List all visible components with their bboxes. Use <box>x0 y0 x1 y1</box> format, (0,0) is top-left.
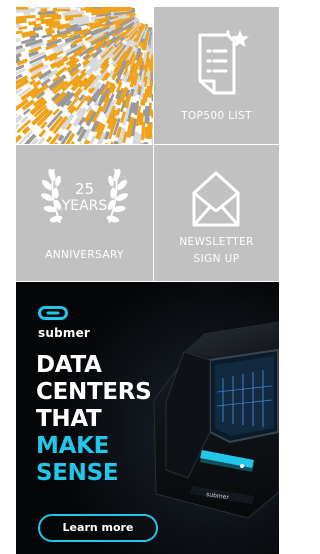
burst-dash <box>16 64 25 71</box>
headline-line: THAT <box>36 406 102 432</box>
burst-dash <box>113 140 119 144</box>
anniversary-tile[interactable]: 25 YEARS ANNIVERSARY <box>16 145 153 281</box>
burst-dash <box>21 29 37 38</box>
burst-dash <box>37 137 46 144</box>
burst-dash <box>18 26 28 30</box>
anniversary-years: YEARS <box>61 198 108 214</box>
burst-dash <box>32 26 44 32</box>
burst-dash <box>37 10 56 15</box>
newsletter-label-line1: NEWSLETTER <box>179 236 254 248</box>
burst-dash <box>16 18 27 24</box>
burst-dash <box>20 115 29 124</box>
brand-name: submer <box>38 326 91 340</box>
burst-dash <box>45 135 53 143</box>
ad-headline: DATA CENTERS THAT MAKE SENSE <box>36 352 152 487</box>
burst-dash <box>105 142 110 144</box>
burst-dash <box>40 17 56 25</box>
burst-dash <box>28 20 37 26</box>
burst-dash <box>16 8 36 13</box>
headline-line: DATA <box>36 352 102 378</box>
burst-dash <box>142 109 147 117</box>
burst-dash <box>103 131 110 141</box>
burst-dash <box>140 143 144 144</box>
top500-list-tile[interactable]: TOP500 LIST <box>154 7 279 144</box>
headline-line-accent: SENSE <box>36 460 119 486</box>
burst-dash <box>132 131 139 144</box>
burst-dash <box>16 47 26 55</box>
decorative-burst-image[interactable] <box>16 7 153 144</box>
anniversary-label: ANNIVERSARY <box>45 249 124 261</box>
burst-dash <box>57 134 65 142</box>
burst-dash <box>146 85 151 98</box>
headline-line: CENTERS <box>36 379 152 405</box>
burst-dash <box>72 87 83 99</box>
submer-advertisement[interactable]: submer submer DATA CENTERS THAT MAKE SEN… <box>16 282 279 554</box>
burst-dash <box>16 37 21 43</box>
burst-graphic <box>16 7 153 144</box>
burst-dash <box>41 33 53 39</box>
burst-dash <box>38 129 47 138</box>
burst-dash <box>144 105 151 124</box>
burst-dash <box>21 126 31 135</box>
burst-dash <box>52 7 71 12</box>
burst-dash <box>138 112 145 126</box>
burst-dash <box>142 75 148 88</box>
burst-dash <box>149 79 153 98</box>
burst-dash <box>35 17 45 21</box>
burst-dash <box>136 133 142 144</box>
sidebar-widget-column: TOP500 LIST 25 YEARS ANNIVERSARY NEWSLET… <box>0 0 279 554</box>
anniversary-number: 25 <box>74 180 95 198</box>
headline-line-accent: MAKE <box>36 433 110 459</box>
burst-dash <box>110 141 114 144</box>
burst-dash <box>144 126 149 139</box>
top500-list-label: TOP500 LIST <box>181 110 252 122</box>
burst-dash <box>142 52 148 65</box>
burst-dash <box>16 114 23 124</box>
burst-dash <box>45 27 53 32</box>
burst-dash <box>16 22 21 28</box>
burst-dash <box>33 23 42 28</box>
learn-more-button[interactable]: Learn more <box>38 514 158 542</box>
burst-dash <box>83 139 91 144</box>
burst-dash <box>16 14 36 20</box>
burst-dash <box>143 142 149 144</box>
submer-logo-icon <box>38 306 68 320</box>
newsletter-signup-tile[interactable]: NEWSLETTER SIGN UP <box>154 145 279 281</box>
burst-dash <box>89 134 97 144</box>
newsletter-label-line2: SIGN UP <box>193 253 240 265</box>
burst-dash <box>39 12 59 19</box>
